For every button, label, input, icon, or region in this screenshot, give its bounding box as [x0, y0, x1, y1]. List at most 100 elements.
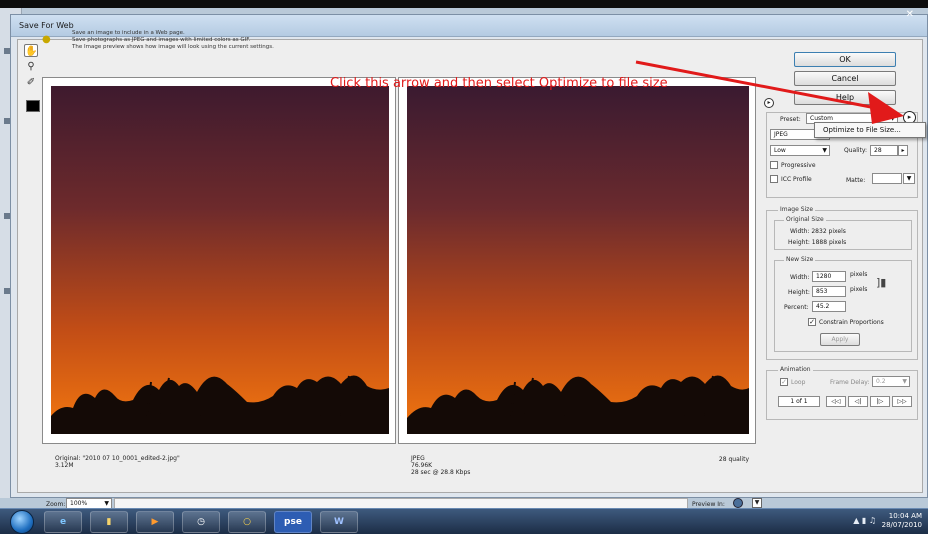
system-clock[interactable]: 10:04 AM 28/07/2010 [882, 512, 922, 530]
last-frame-button[interactable]: ▷▷ [892, 396, 912, 407]
optimized-quality-label: 28 quality [718, 456, 749, 463]
window-title: Save For Web [19, 21, 74, 30]
quality-level-dropdown[interactable]: Low ▼ [770, 145, 830, 156]
photoshop-elements-label: pse [284, 517, 302, 527]
quality-label: Quality: [844, 147, 868, 154]
height-input[interactable]: 853 [812, 286, 846, 297]
annotation-text: Click this arrow and then select Optimiz… [330, 76, 668, 91]
zoom-tool-icon[interactable]: ⚲ [24, 60, 38, 73]
chevron-down-icon: ▼ [902, 378, 907, 385]
frame-delay-label: Frame Delay: [830, 379, 870, 386]
eyedropper-tool-icon[interactable]: ✐ [24, 76, 38, 89]
optimized-info: JPEG 76.96K 28 sec @ 28.8 Kbps [411, 455, 470, 476]
zoom-label: Zoom: [46, 501, 66, 508]
explorer-taskbar-button[interactable]: ▮ [90, 511, 128, 533]
height-value: 853 [816, 288, 828, 295]
tip-text: Save an image to include in a Web page. … [72, 30, 274, 51]
original-preview-pane[interactable]: Original: "2010 07 10_0001_edited-2.jpg"… [42, 77, 396, 469]
help-button[interactable]: Help [794, 90, 896, 105]
constrain-proportions-checkbox[interactable]: ✓ [808, 318, 816, 326]
quality-slider-arrow-icon[interactable]: ▸ [898, 145, 908, 156]
matte-color-field[interactable] [872, 173, 902, 184]
preview-in-label: Preview In: [692, 501, 725, 508]
tip-line: The Image preview shows how image will l… [72, 44, 274, 50]
apply-button[interactable]: Apply [820, 333, 860, 346]
frame-delay-dropdown[interactable]: 0.2 ▼ [872, 376, 910, 387]
start-button[interactable] [10, 510, 34, 534]
tip-line: Save an image to include in a Web page. [72, 30, 185, 36]
hand-tool-icon[interactable]: ✋ [24, 44, 38, 57]
percent-value: 45.2 [816, 303, 830, 310]
width-label: Width: [790, 274, 810, 281]
word-taskbar-button[interactable]: W [320, 511, 358, 533]
optimize-to-file-size-item[interactable]: Optimize to File Size... [823, 126, 901, 134]
width-input[interactable]: 1280 [812, 271, 846, 282]
preview-dropdown-arrow[interactable]: ▼ [752, 498, 762, 508]
chain-link-icon: ]▮ [876, 276, 887, 289]
optimized-preview-pane[interactable]: JPEG 76.96K 28 sec @ 28.8 Kbps 28 qualit… [398, 77, 756, 476]
chevron-down-icon: ▼ [104, 500, 109, 507]
media-player-icon: ▶ [151, 517, 159, 527]
original-size-label: Original Size [784, 216, 826, 223]
quality-value: 28 [874, 147, 882, 154]
internet-explorer-taskbar-button[interactable]: e [44, 511, 82, 533]
animation-group-label: Animation [778, 366, 813, 373]
optimized-sunset-image [407, 86, 749, 434]
height-label: Height: [788, 289, 810, 296]
original-filename: Original: "2010 07 10_0001_edited-2.jpg" [55, 455, 180, 462]
optimized-size: 76.96K [411, 462, 433, 469]
matte-label: Matte: [846, 177, 866, 184]
original-info: Original: "2010 07 10_0001_edited-2.jpg"… [55, 455, 180, 469]
width-value: 1280 [816, 273, 832, 280]
system-tray-icons[interactable]: ▲ ▮ ♫ [853, 516, 876, 525]
preset-label: Preset: [780, 116, 801, 123]
media-player-taskbar-button[interactable]: ▶ [136, 511, 174, 533]
optimized-format: JPEG [411, 455, 425, 462]
zoom-value: 100% [70, 500, 88, 507]
tip-line: Save photographs as JPEG and images with… [72, 37, 251, 43]
previous-frame-button[interactable]: ◁| [848, 396, 868, 407]
windows-taskbar: e ▮ ▶ ◷ ○ pse W ▲ ▮ ♫ 10:04 AM 28/07/201… [0, 508, 928, 534]
loop-checkbox[interactable]: ✓ [780, 378, 788, 386]
internet-explorer-icon: e [59, 517, 67, 527]
panel-toggle-icon[interactable]: ▸ [764, 98, 774, 108]
clock-app-taskbar-button[interactable]: ◷ [182, 511, 220, 533]
ok-button[interactable]: OK [794, 52, 896, 67]
chevron-down-icon: ▼ [822, 147, 827, 154]
quality-level-value: Low [774, 147, 786, 154]
matte-dropdown-arrow[interactable]: ▼ [903, 173, 915, 184]
original-size: 3.12M [55, 462, 74, 469]
first-frame-button[interactable]: ◁◁ [826, 396, 846, 407]
format-value: JPEG [774, 131, 788, 138]
original-height: Height: 1888 pixels [788, 239, 847, 246]
loop-label: Loop [791, 379, 806, 386]
progressive-checkbox[interactable] [770, 161, 778, 169]
browser-preview-icon[interactable] [733, 498, 743, 508]
icc-profile-checkbox[interactable] [770, 175, 778, 183]
close-icon[interactable]: ✕ [906, 9, 914, 20]
icc-profile-label: ICC Profile [781, 176, 812, 183]
cancel-button[interactable]: Cancel [794, 71, 896, 86]
constrain-proportions-label: Constrain Proportions [819, 319, 884, 326]
clock-icon: ◷ [197, 517, 205, 527]
eyedropper-color-swatch[interactable] [26, 100, 40, 112]
photoshop-elements-taskbar-button[interactable]: pse [274, 511, 312, 533]
optimize-popup-menu[interactable]: Optimize to File Size... [814, 122, 926, 138]
progressive-label: Progressive [781, 162, 816, 169]
frame-counter: 1 of 1 [778, 396, 820, 407]
lightbulb-icon: ● [42, 34, 51, 45]
percent-label: Percent: [784, 304, 809, 311]
percent-input[interactable]: 45.2 [812, 301, 846, 312]
app-taskbar-button[interactable]: ○ [228, 511, 266, 533]
word-icon: W [334, 517, 344, 527]
clock-date: 28/07/2010 [881, 521, 922, 529]
top-strip [0, 0, 928, 8]
width-unit: pixels [850, 271, 868, 278]
original-width: Width: 2832 pixels [790, 228, 846, 235]
quality-input[interactable]: 28 [870, 145, 898, 156]
image-size-group-label: Image Size [778, 206, 816, 213]
next-frame-button[interactable]: |▷ [870, 396, 890, 407]
frame-counter-text: 1 of 1 [790, 398, 808, 405]
clock-time: 10:04 AM [888, 512, 922, 520]
sun-icon: ○ [243, 517, 251, 527]
